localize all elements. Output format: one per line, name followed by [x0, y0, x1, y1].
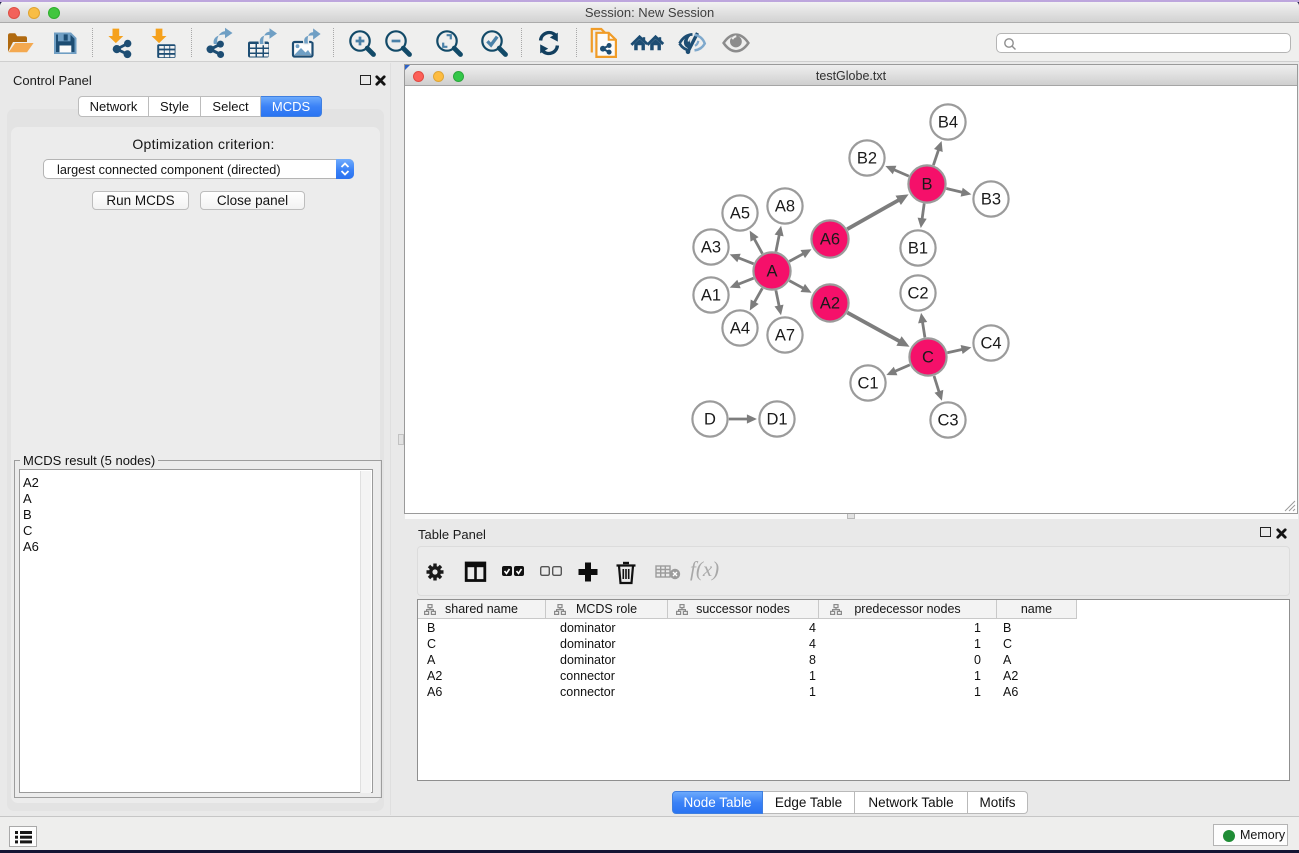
svg-text:A4: A4 [730, 320, 750, 338]
svg-text:A: A [766, 263, 777, 281]
svg-text:C4: C4 [980, 335, 1001, 353]
svg-text:A6: A6 [820, 231, 840, 249]
svg-text:B: B [921, 176, 932, 194]
svg-text:B3: B3 [981, 191, 1001, 209]
svg-text:C: C [922, 349, 934, 367]
svg-text:C1: C1 [857, 375, 878, 393]
svg-text:B2: B2 [857, 150, 877, 168]
svg-text:D: D [704, 411, 716, 429]
svg-text:B4: B4 [938, 114, 958, 132]
svg-text:A7: A7 [775, 327, 795, 345]
svg-text:A1: A1 [701, 287, 721, 305]
svg-text:A8: A8 [775, 198, 795, 216]
svg-text:A5: A5 [730, 205, 750, 223]
svg-text:B1: B1 [908, 240, 928, 258]
svg-text:C3: C3 [937, 412, 958, 430]
svg-text:A3: A3 [701, 239, 721, 257]
svg-text:D1: D1 [766, 411, 787, 429]
svg-text:A2: A2 [820, 295, 840, 313]
svg-text:C2: C2 [907, 285, 928, 303]
